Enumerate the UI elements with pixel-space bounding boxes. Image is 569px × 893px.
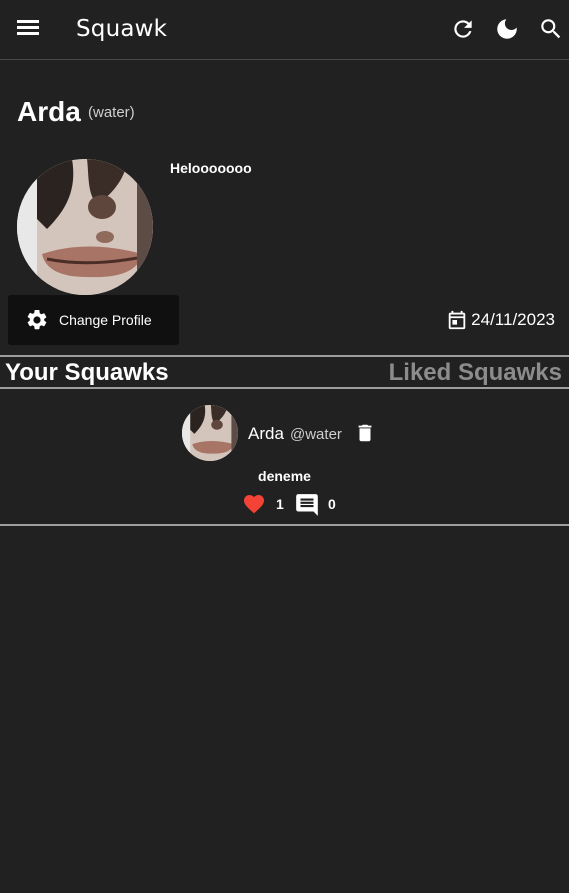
- trash-icon[interactable]: [354, 420, 376, 446]
- menu-icon[interactable]: [14, 17, 42, 43]
- post-avatar[interactable]: [182, 405, 238, 461]
- comment-icon[interactable]: [294, 492, 320, 518]
- post-author[interactable]: Arda: [248, 424, 284, 444]
- tab-your-squawks[interactable]: Your Squawks: [5, 357, 169, 388]
- profile-handle: (water): [88, 104, 135, 121]
- change-profile-button[interactable]: Change Profile: [8, 295, 179, 345]
- profile-tabs: Your Squawks Liked Squawks: [0, 355, 569, 389]
- profile-bio: Helooooooo: [170, 160, 252, 176]
- app-title: Squawk: [76, 16, 168, 42]
- heart-icon[interactable]: [241, 492, 267, 516]
- post-handle: @water: [290, 426, 342, 443]
- like-count: 1: [276, 496, 284, 512]
- post-text: deneme: [258, 468, 311, 484]
- change-profile-label: Change Profile: [59, 312, 152, 328]
- app-bar: Squawk: [0, 0, 569, 60]
- squawk-post: Arda @water deneme 1 0: [0, 389, 569, 526]
- joined-date: 24/11/2023: [446, 308, 555, 332]
- tab-liked-squawks[interactable]: Liked Squawks: [389, 357, 562, 388]
- search-icon[interactable]: [538, 16, 564, 42]
- profile-name: Arda: [17, 96, 81, 127]
- joined-date-text: 24/11/2023: [471, 310, 555, 329]
- gear-icon: [27, 309, 47, 330]
- comment-count: 0: [328, 496, 336, 512]
- moon-icon[interactable]: [494, 16, 520, 42]
- refresh-icon[interactable]: [450, 16, 476, 42]
- profile-avatar: [17, 159, 153, 295]
- calendar-icon: [448, 310, 466, 330]
